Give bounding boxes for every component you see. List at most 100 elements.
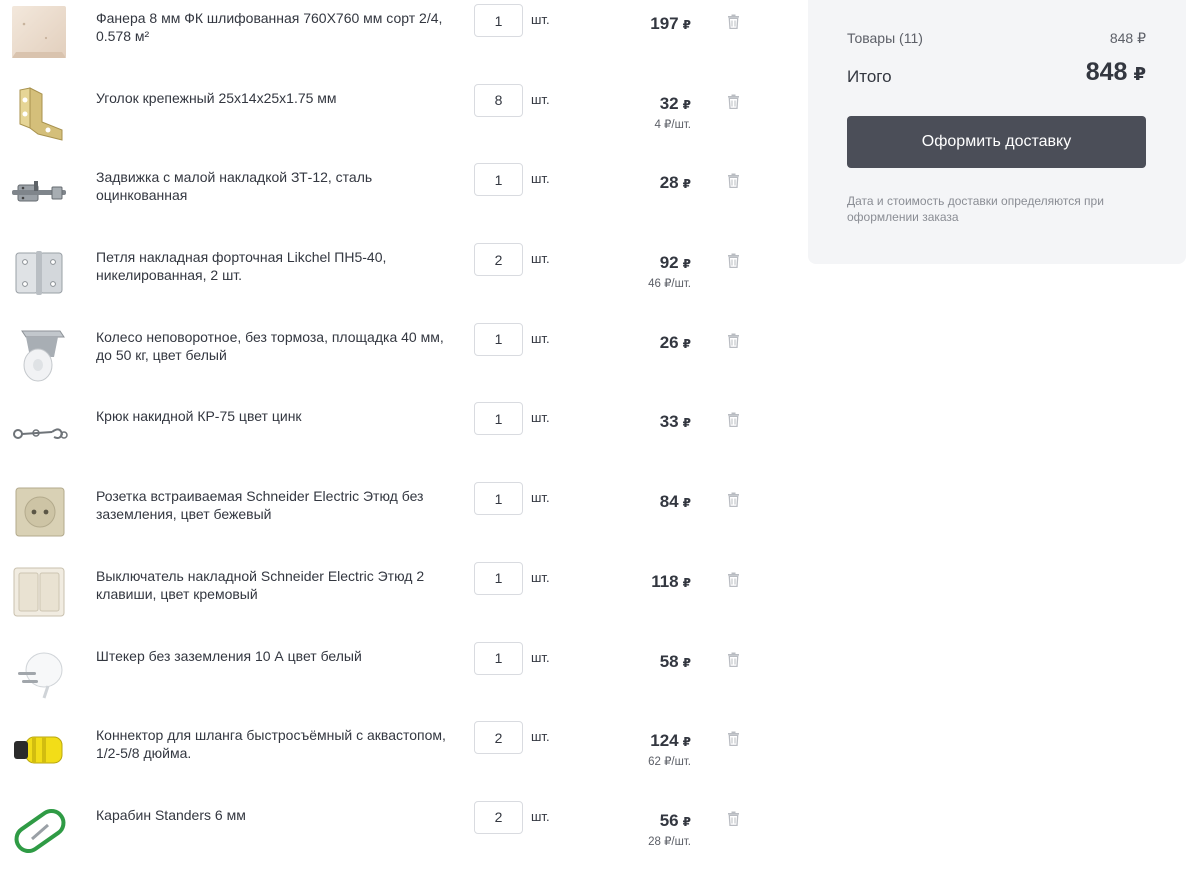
item-price-value: 32 <box>659 93 679 113</box>
caster-wheel-icon[interactable] <box>8 323 70 383</box>
cart-item-row: Задвижка с малой накладкой ЗТ-12, сталь … <box>0 159 790 239</box>
item-price: 118 ₽ <box>651 572 691 592</box>
item-price-value: 84 <box>659 492 679 512</box>
item-price: 197 ₽ <box>650 14 691 34</box>
product-name-link[interactable]: Карабин Standers 6 мм <box>96 806 448 824</box>
quantity-input[interactable] <box>474 561 523 595</box>
total-currency: ₽ <box>1133 64 1146 84</box>
trash-icon[interactable] <box>727 94 740 109</box>
trash-icon[interactable] <box>727 811 740 826</box>
trash-icon[interactable] <box>727 731 740 747</box>
quantity-input[interactable] <box>474 641 523 675</box>
product-name-link[interactable]: Розетка встраиваемая Schneider Electric … <box>96 487 448 523</box>
currency-sign: ₽ <box>682 18 691 32</box>
item-price: 28 ₽ <box>660 173 691 193</box>
quantity-input[interactable] <box>474 721 523 755</box>
cart-item-row: Выключатель накладной Schneider Electric… <box>0 558 790 638</box>
unit-label: шт. <box>531 171 550 187</box>
trash-icon[interactable] <box>727 333 740 348</box>
product-name-link[interactable]: Штекер без заземления 10 А цвет белый <box>96 647 448 665</box>
product-name-link[interactable]: Петля накладная форточная Likchel ПН5-40… <box>96 248 448 284</box>
plywood-icon[interactable] <box>8 4 70 64</box>
hook-icon[interactable] <box>8 402 70 462</box>
cart-item-row: Уголок крепежный 25x14x25x1.75 ммшт.32₽4… <box>0 80 790 160</box>
item-price: 33 ₽ <box>660 412 691 432</box>
currency-sign: ₽ <box>682 814 691 829</box>
quantity-input[interactable] <box>474 83 523 117</box>
order-summary: Товары (11) 848 ₽ Итого 848 ₽ Оформить до… <box>808 0 1186 264</box>
trash-icon[interactable] <box>727 652 740 667</box>
total-sum: 848 ₽ <box>1086 58 1146 87</box>
currency-sign: ₽ <box>682 655 691 670</box>
item-price: 58 ₽ <box>660 652 691 672</box>
product-name-link[interactable]: Уголок крепежный 25x14x25x1.75 мм <box>96 89 448 107</box>
item-price: 26 ₽ <box>660 333 691 353</box>
cart-item-row: Колесо неповоротное, без тормоза, площад… <box>0 319 790 399</box>
unit-label: шт. <box>531 12 550 27</box>
item-price-value: 124 <box>650 731 679 751</box>
hinge-icon[interactable] <box>8 243 70 303</box>
goods-count-label: Товары (11) <box>847 30 923 46</box>
delivery-note: Дата и стоимость доставки определяются п… <box>847 194 1104 224</box>
product-name-link[interactable]: Крюк накидной КР-75 цвет цинк <box>96 407 448 425</box>
cart-item-row: Розетка встраиваемая Schneider Electric … <box>0 478 790 558</box>
currency-sign: ₽ <box>682 336 691 351</box>
currency-sign: ₽ <box>682 735 691 750</box>
product-name-link[interactable]: Колесо неповоротное, без тормоза, площад… <box>96 328 448 364</box>
hose-connector-icon[interactable] <box>8 721 70 781</box>
trash-icon[interactable] <box>727 492 740 508</box>
item-price: 32 ₽ <box>660 94 691 114</box>
unit-label: шт. <box>531 410 550 426</box>
socket-icon[interactable] <box>8 482 70 542</box>
bracket-icon[interactable] <box>8 84 70 144</box>
unit-label: шт. <box>531 649 550 665</box>
cart-item-row: Карабин Standers 6 ммшт.56₽28 ₽/шт. <box>0 797 790 871</box>
trash-icon[interactable] <box>727 412 740 428</box>
checkout-delivery-button[interactable]: Оформить доставку <box>847 116 1146 168</box>
price-per-unit: 28 ₽/шт. <box>648 835 691 848</box>
total-sum-value: 848 <box>1085 58 1128 86</box>
product-name-link[interactable]: Выключатель накладной Schneider Electric… <box>96 567 448 603</box>
item-price-value: 28 <box>659 173 679 193</box>
switch-icon[interactable] <box>8 562 70 622</box>
cart-item-row: Коннектор для шланга быстросъёмный с акв… <box>0 717 790 797</box>
product-name-link[interactable]: Задвижка с малой накладкой ЗТ-12, сталь … <box>96 168 448 204</box>
cart-item-row: Штекер без заземления 10 А цвет белый шт.… <box>0 638 790 718</box>
item-price: 84 ₽ <box>660 492 691 512</box>
product-name-link[interactable]: Коннектор для шланга быстросъёмный с акв… <box>96 726 448 762</box>
quantity-input[interactable] <box>474 163 523 197</box>
currency-sign: ₽ <box>682 97 691 112</box>
currency-sign: ₽ <box>682 496 691 511</box>
carabiner-icon[interactable] <box>8 801 70 861</box>
unit-label: шт. <box>531 569 550 585</box>
price-per-unit: 4 ₽/шт. <box>654 118 691 131</box>
unit-label: шт. <box>531 808 550 824</box>
trash-icon[interactable] <box>727 572 740 587</box>
unit-label: шт. <box>531 729 550 745</box>
trash-icon[interactable] <box>727 173 740 189</box>
unit-label: шт. <box>531 330 550 346</box>
quantity-input[interactable] <box>474 482 523 516</box>
quantity-input[interactable] <box>474 322 523 356</box>
item-price-value: 58 <box>659 651 679 671</box>
item-price-value: 26 <box>659 332 679 352</box>
currency-sign: ₽ <box>682 257 691 272</box>
plug-icon[interactable] <box>8 642 70 702</box>
item-price-value: 197 <box>650 14 679 33</box>
quantity-input[interactable] <box>474 402 523 436</box>
quantity-input[interactable] <box>474 243 523 277</box>
product-name-link[interactable]: Фанера 8 мм ФК шлифованная 760X760 мм со… <box>96 9 448 45</box>
item-price: 56 ₽ <box>660 811 691 831</box>
currency-sign: ₽ <box>682 177 691 192</box>
quantity-input[interactable] <box>474 4 523 37</box>
item-price-value: 118 <box>651 571 679 591</box>
quantity-input[interactable] <box>474 800 523 834</box>
unit-label: шт. <box>531 251 550 267</box>
item-price-value: 56 <box>659 810 679 830</box>
latch-icon[interactable] <box>8 163 70 223</box>
item-price-value: 92 <box>659 253 679 273</box>
item-price: 124 ₽ <box>650 731 691 751</box>
goods-sum: 848 ₽ <box>1109 30 1146 46</box>
trash-icon[interactable] <box>727 253 740 269</box>
trash-icon[interactable] <box>727 14 740 29</box>
